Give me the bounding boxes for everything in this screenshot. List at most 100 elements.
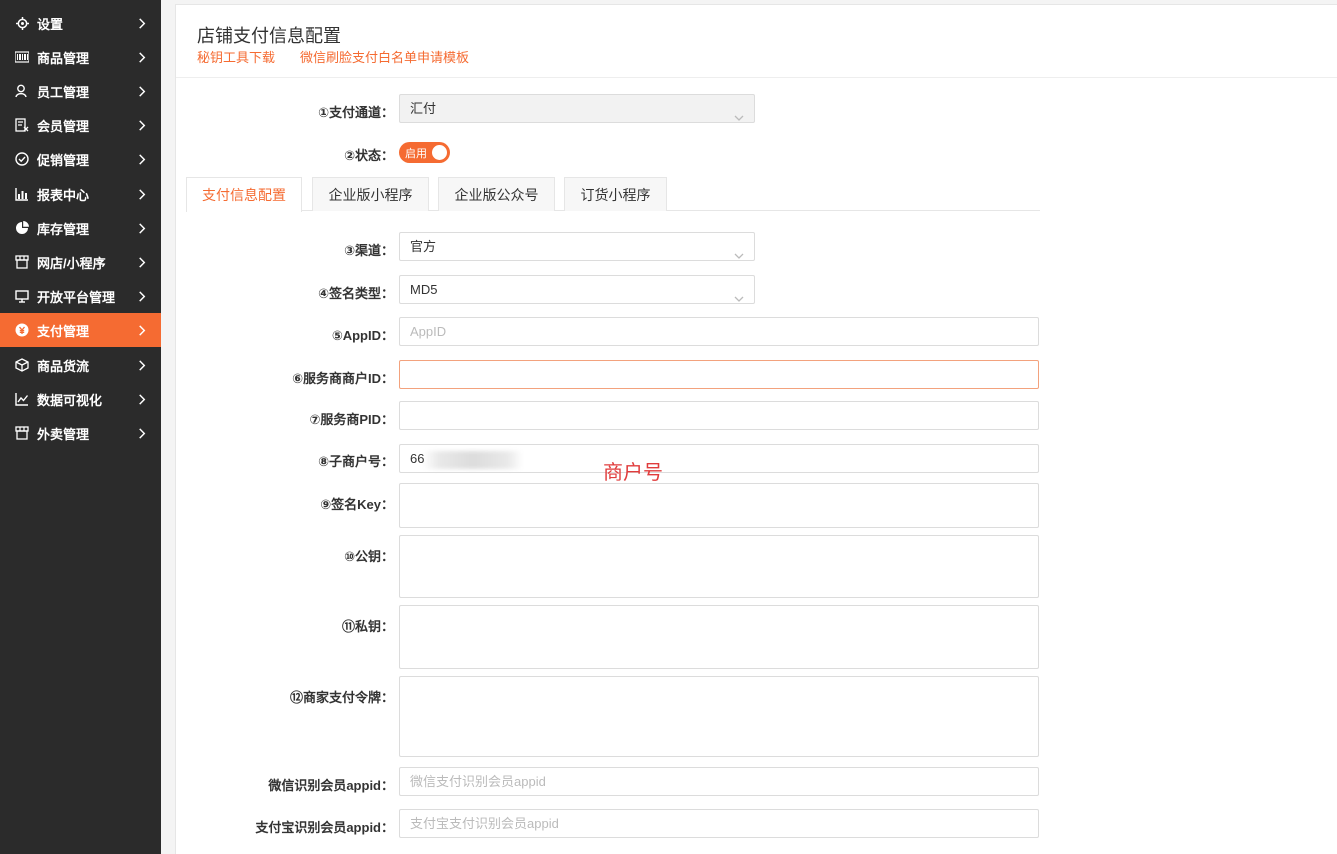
payment-channel-value: 汇付 <box>410 101 437 116</box>
status-label: ②状态： <box>343 148 394 163</box>
route-label: ③渠道： <box>343 243 394 258</box>
sidebar-item-inventory[interactable]: 库存管理 <box>0 211 161 245</box>
public-key-label: ⑩公钥： <box>343 549 394 564</box>
sign-key-textarea[interactable] <box>399 483 1039 528</box>
chevron-down-icon <box>734 104 744 131</box>
line-chart-icon <box>15 392 29 406</box>
sidebar-item-members[interactable]: 会员管理 <box>0 108 161 142</box>
chevron-right-icon <box>135 51 149 63</box>
bar-chart-icon <box>15 187 29 201</box>
sidebar: 设置 商品管理 员工管理 会员管理 促销管理 报表中心 库存管理 网店/小程序 <box>0 0 161 854</box>
chevron-right-icon <box>135 393 149 405</box>
store-icon <box>15 255 29 269</box>
sidebar-item-settings[interactable]: 设置 <box>0 6 161 40</box>
sidebar-item-label: 外卖管理 <box>37 426 90 442</box>
public-key-textarea[interactable] <box>399 535 1039 598</box>
sp-merchant-id-label: ⑥服务商商户ID： <box>291 371 394 386</box>
appid-label: ⑤AppID： <box>331 328 394 343</box>
sp-pid-input[interactable] <box>399 401 1039 430</box>
appid-input[interactable] <box>399 317 1039 346</box>
merchant-token-label: ⑫商家支付令牌： <box>289 690 394 705</box>
monitor-icon <box>15 289 29 303</box>
sidebar-item-label: 支付管理 <box>37 323 90 339</box>
sidebar-item-label: 促销管理 <box>37 152 90 168</box>
channel-label: ①支付通道： <box>317 105 394 120</box>
payment-channel-select[interactable]: 汇付 <box>399 94 755 123</box>
check-circle-icon <box>15 152 29 166</box>
chevron-right-icon <box>135 256 149 268</box>
sidebar-item-products[interactable]: 商品管理 <box>0 40 161 74</box>
alipay-appid-input[interactable] <box>399 809 1039 838</box>
wechat-appid-input[interactable] <box>399 767 1039 796</box>
route-select[interactable]: 官方 <box>399 232 755 261</box>
chevron-right-icon <box>135 153 149 165</box>
sidebar-item-online-store[interactable]: 网店/小程序 <box>0 245 161 279</box>
key-tool-download-link[interactable]: 秘钥工具下载 <box>197 47 275 66</box>
shop-icon <box>15 426 29 440</box>
sidebar-item-label: 库存管理 <box>37 221 90 237</box>
wechat-whitelist-template-link[interactable]: 微信刷脸支付白名单申请模板 <box>300 47 469 66</box>
sidebar-item-takeout[interactable]: 外卖管理 <box>0 416 161 450</box>
main-panel: 店铺支付信息配置 秘钥工具下载 微信刷脸支付白名单申请模板 ①支付通道： 汇付 … <box>175 4 1337 854</box>
sidebar-item-label: 会员管理 <box>37 118 90 134</box>
chevron-right-icon <box>135 119 149 131</box>
sp-merchant-id-input[interactable] <box>399 360 1039 389</box>
chevron-right-icon <box>135 85 149 97</box>
tab-enterprise-official-account[interactable]: 企业版公众号 <box>438 177 555 211</box>
chevron-right-icon <box>135 222 149 234</box>
page-header: 店铺支付信息配置 秘钥工具下载 微信刷脸支付白名单申请模板 <box>176 5 1337 78</box>
merchant-number-annotation: 商户号 <box>603 460 663 484</box>
private-key-label: ⑪私钥： <box>341 619 394 634</box>
sidebar-item-promotions[interactable]: 促销管理 <box>0 142 161 176</box>
tab-payment-info[interactable]: 支付信息配置 <box>186 177 302 212</box>
sign-type-label: ④签名类型： <box>317 286 394 301</box>
status-toggle[interactable]: 启用 <box>399 142 450 163</box>
toggle-knob <box>432 145 447 160</box>
chevron-right-icon <box>135 17 149 29</box>
sidebar-item-data-visualization[interactable]: 数据可视化 <box>0 382 161 416</box>
sidebar-item-open-platform[interactable]: 开放平台管理 <box>0 279 161 313</box>
chevron-right-icon <box>135 188 149 200</box>
tab-enterprise-mini-program[interactable]: 企业版小程序 <box>312 177 429 211</box>
member-card-icon <box>15 118 29 132</box>
route-value: 官方 <box>410 239 437 254</box>
tab-ordering-mini-program[interactable]: 订货小程序 <box>564 177 667 211</box>
chevron-right-icon <box>135 324 149 336</box>
barcode-icon <box>15 50 29 64</box>
sidebar-item-label: 网店/小程序 <box>37 255 106 271</box>
sidebar-item-label: 商品货流 <box>37 358 90 374</box>
config-tabs: 支付信息配置 企业版小程序 企业版公众号 订货小程序 <box>186 177 1040 212</box>
page-title: 店铺支付信息配置 <box>197 26 341 46</box>
user-icon <box>15 84 29 98</box>
private-key-textarea[interactable] <box>399 605 1039 669</box>
sidebar-item-label: 员工管理 <box>37 84 90 100</box>
sub-merchant-label: ⑧子商户号： <box>317 454 394 469</box>
chevron-right-icon <box>135 290 149 302</box>
status-toggle-text: 启用 <box>405 148 427 160</box>
sidebar-item-label: 数据可视化 <box>37 392 103 408</box>
gear-icon <box>15 16 29 30</box>
wechat-appid-label: 微信识别会员appid： <box>268 778 394 793</box>
chevron-down-icon <box>734 285 744 312</box>
cube-icon <box>15 358 29 372</box>
chevron-right-icon <box>135 427 149 439</box>
chevron-right-icon <box>135 359 149 371</box>
alipay-appid-label: 支付宝识别会员appid： <box>255 820 394 835</box>
sidebar-item-logistics[interactable]: 商品货流 <box>0 348 161 382</box>
sign-type-select[interactable]: MD5 <box>399 275 755 304</box>
sign-key-label: ⑨签名Key： <box>320 497 394 512</box>
sp-pid-label: ⑦服务商PID： <box>309 412 394 427</box>
redacted-blur <box>423 451 523 469</box>
pie-chart-icon <box>15 221 29 235</box>
sidebar-item-label: 设置 <box>37 16 64 32</box>
sidebar-item-reports[interactable]: 报表中心 <box>0 177 161 211</box>
payment-icon <box>15 323 29 337</box>
sign-type-value: MD5 <box>410 282 438 297</box>
sidebar-item-label: 开放平台管理 <box>37 289 116 305</box>
sidebar-item-label: 报表中心 <box>37 187 90 203</box>
sidebar-item-payment[interactable]: 支付管理 <box>0 313 161 347</box>
merchant-token-textarea[interactable] <box>399 676 1039 757</box>
sidebar-item-label: 商品管理 <box>37 50 90 66</box>
chevron-down-icon <box>734 242 744 269</box>
sidebar-item-staff[interactable]: 员工管理 <box>0 74 161 108</box>
